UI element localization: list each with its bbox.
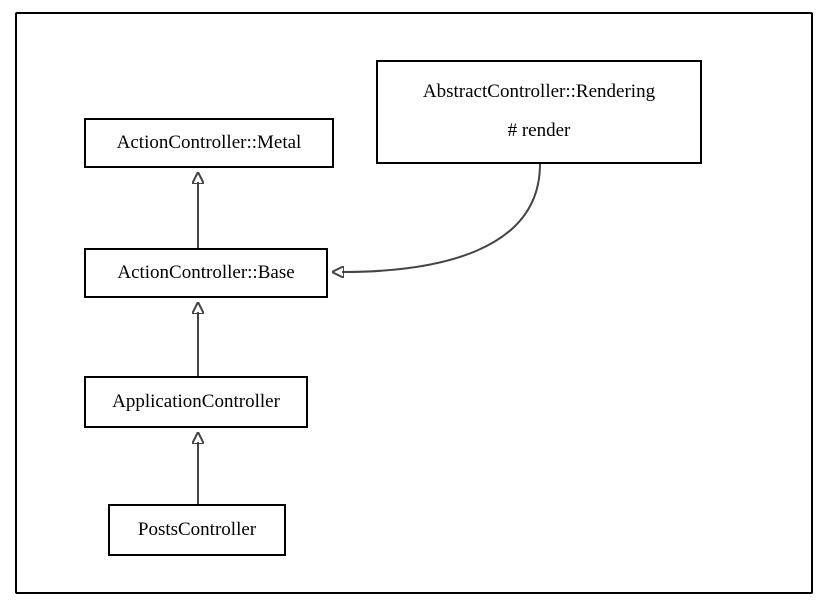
node-label: PostsController — [138, 517, 256, 544]
node-label: ApplicationController — [112, 389, 280, 416]
node-action-controller-base: ActionController::Base — [84, 248, 328, 298]
node-label: ActionController::Metal — [117, 130, 302, 157]
node-abstract-controller-rendering: AbstractController::Rendering # render — [376, 60, 702, 164]
node-label: ActionController::Base — [117, 260, 294, 287]
node-posts-controller: PostsController — [108, 504, 286, 556]
node-action-controller-metal: ActionController::Metal — [84, 118, 334, 168]
node-method-label: # render — [508, 118, 571, 145]
node-application-controller: ApplicationController — [84, 376, 308, 428]
node-label: AbstractController::Rendering — [423, 79, 655, 106]
